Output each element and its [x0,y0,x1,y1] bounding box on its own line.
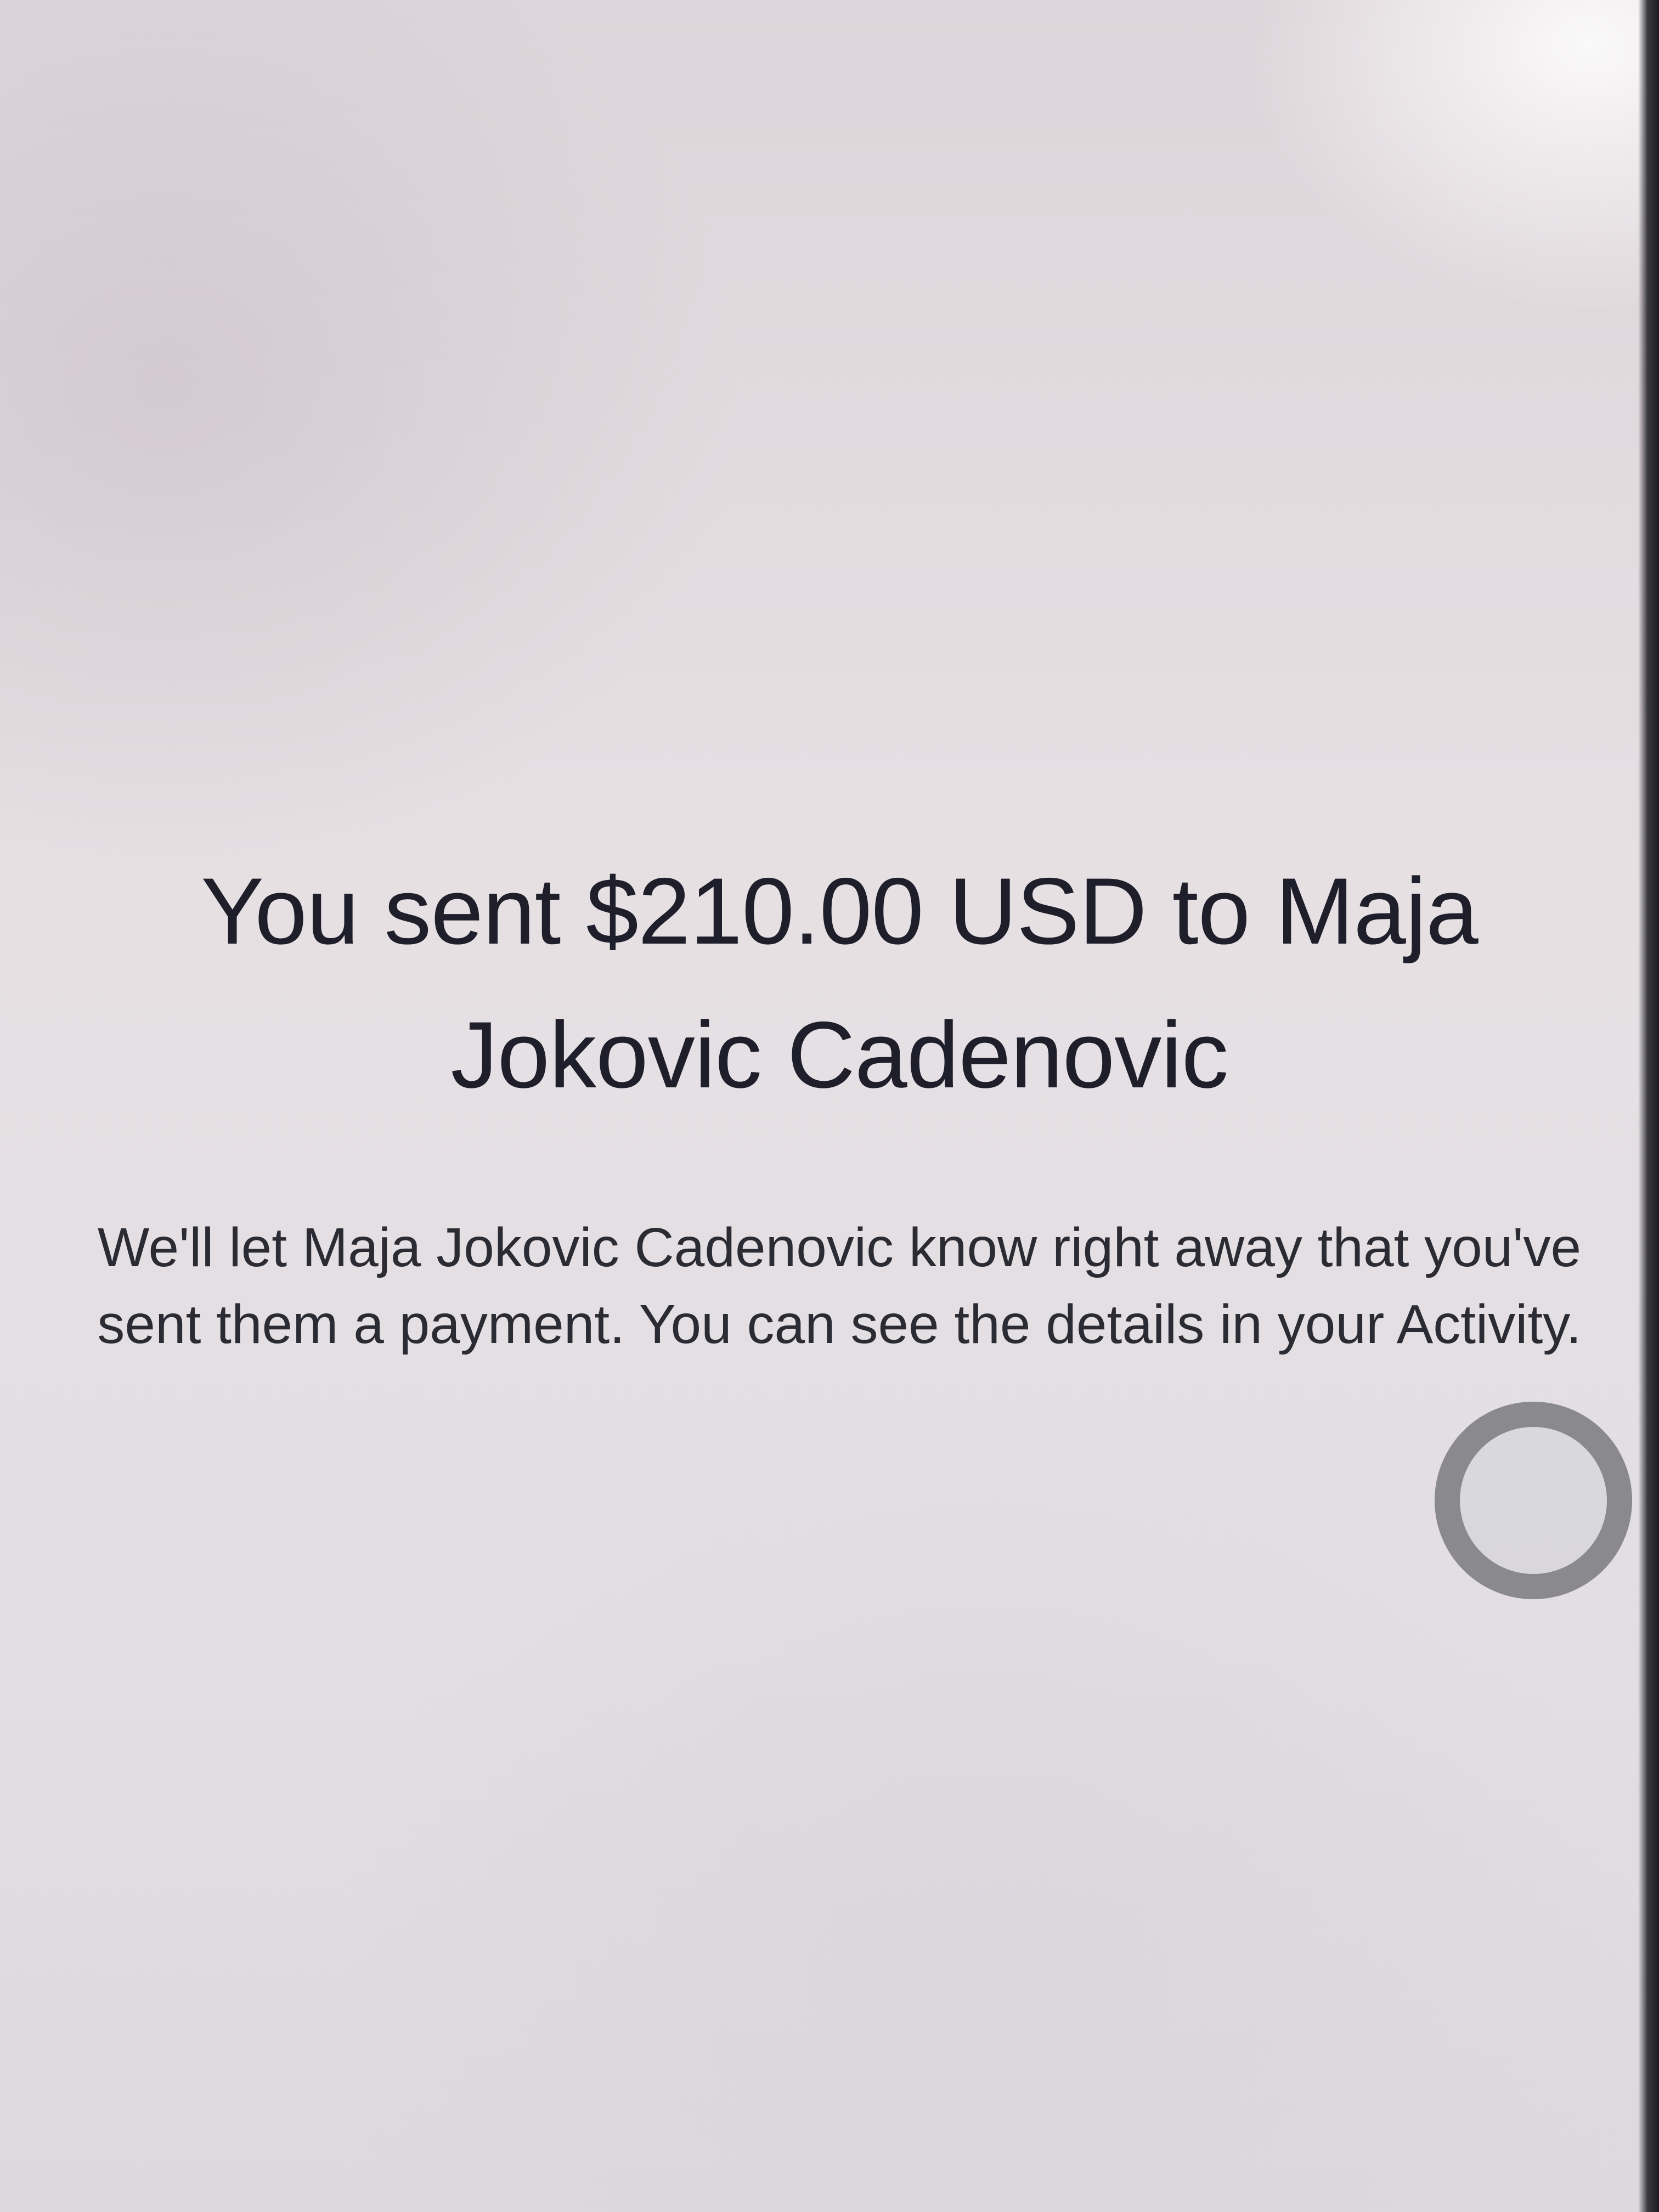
confirmation-message: We'll let Maja Jokovic Cadenovic know ri… [97,1217,1582,1355]
confirmation-content: You sent $210.00 USD to Maja Jokovic Cad… [82,839,1596,1363]
device-bezel-edge [1638,0,1659,2212]
assistive-touch-icon[interactable] [1435,1402,1632,1599]
payment-confirmation-screen: You sent $210.00 USD to Maja Jokovic Cad… [0,0,1659,2212]
confirmation-headline: You sent $210.00 USD to Maja Jokovic Cad… [201,859,1478,1108]
